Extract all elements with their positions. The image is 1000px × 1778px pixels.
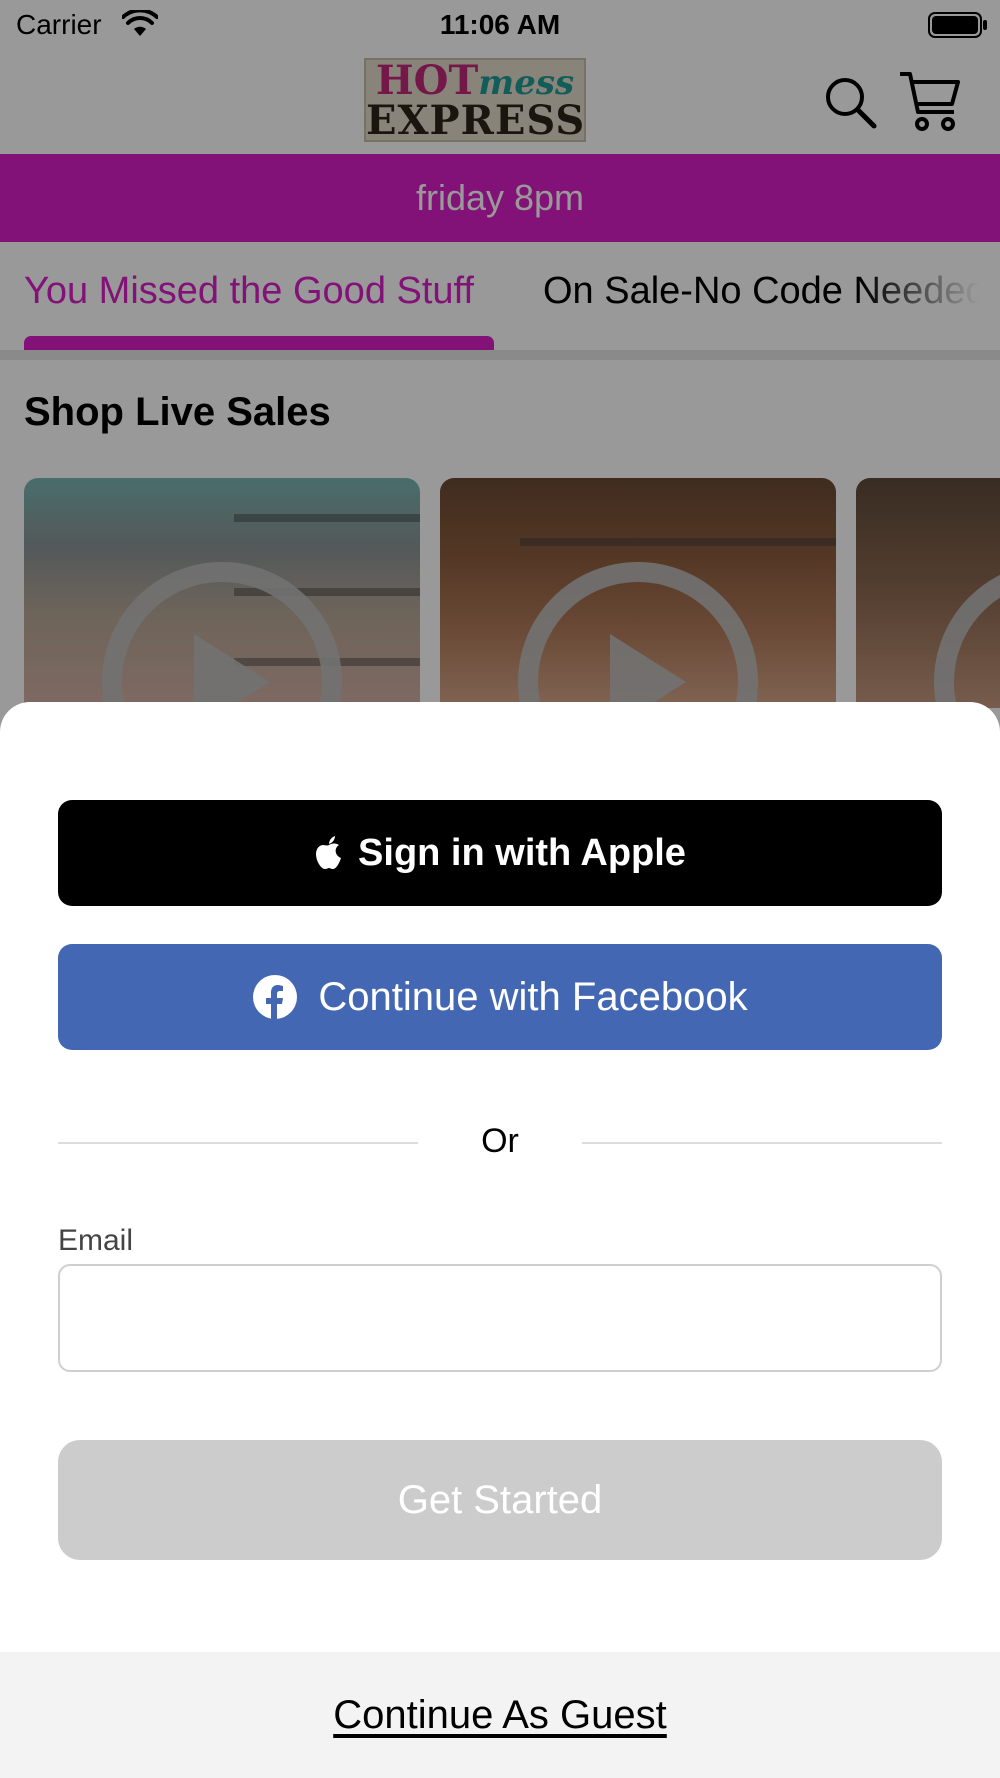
sign-in-sheet: Sign in with Apple Continue with Faceboo… — [0, 702, 1000, 1778]
or-divider-text: Or — [481, 1122, 519, 1160]
facebook-icon — [253, 975, 298, 1020]
facebook-button-label: Continue with Facebook — [318, 974, 748, 1019]
get-started-label: Get Started — [397, 1477, 603, 1522]
apple-button-label: Sign in with Apple — [358, 831, 686, 874]
guest-footer: Continue As Guest — [0, 1652, 1000, 1778]
get-started-button[interactable]: Get Started — [58, 1440, 942, 1560]
sign-in-with-apple-button[interactable]: Sign in with Apple — [58, 800, 942, 906]
email-label: Email — [58, 1224, 134, 1257]
apple-icon — [316, 836, 342, 869]
continue-with-facebook-button[interactable]: Continue with Facebook — [58, 944, 942, 1050]
continue-as-guest-link[interactable]: Continue As Guest — [333, 1693, 667, 1738]
or-divider: Or — [58, 1112, 942, 1172]
email-input[interactable] — [58, 1264, 942, 1372]
